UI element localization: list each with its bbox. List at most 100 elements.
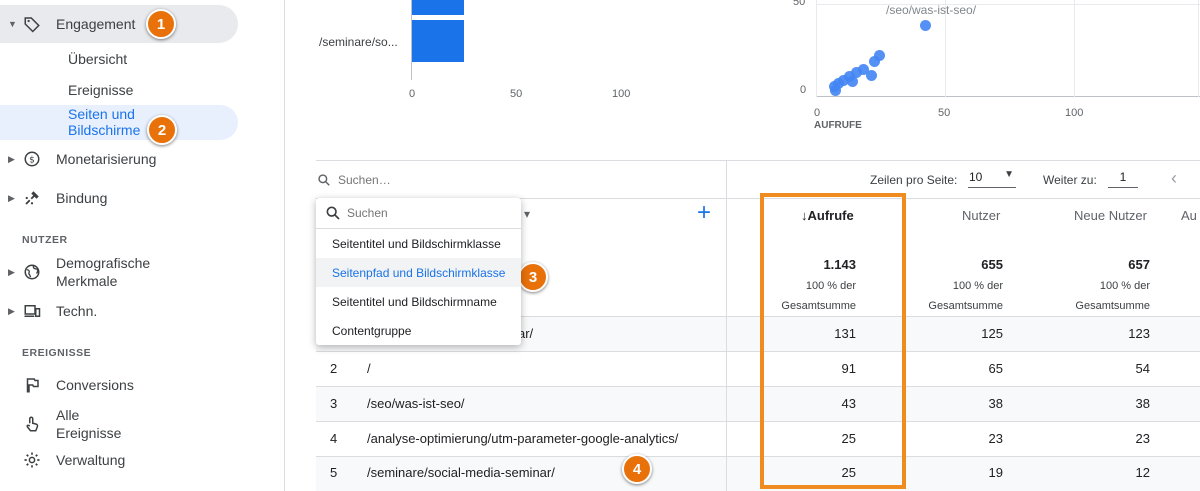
x-tick: 50	[938, 107, 951, 119]
column-header-new-users[interactable]: Neue Nutzer	[1074, 208, 1147, 223]
y-tick: 50	[793, 0, 806, 8]
scatter-point[interactable]	[869, 56, 880, 67]
sidebar-subitem-overview[interactable]: Übersicht	[68, 51, 127, 67]
x-tick: 0	[409, 88, 416, 100]
dropdown-option[interactable]: Seitentitel und Bildschirmname	[316, 287, 521, 316]
sidebar-item-label: Engagement	[56, 16, 136, 32]
dropdown-option-selected[interactable]: Seitenpfad und Bildschirmklasse	[316, 258, 521, 287]
chart-bar[interactable]	[412, 0, 464, 15]
touch-icon	[22, 414, 42, 434]
x-tick: 100	[1065, 107, 1084, 119]
bar-category-label: /seminare/so...	[319, 35, 398, 49]
x-tick: 0	[814, 107, 821, 119]
rows-per-page-label: Zeilen pro Seite:	[870, 173, 958, 187]
chevron-right-icon: ▶	[8, 192, 15, 203]
scatter-point-annotation: /seo/was-ist-seo/	[886, 3, 977, 17]
x-tick: 100	[612, 88, 631, 100]
chevron-down-icon: ▼	[1004, 169, 1014, 180]
table-row[interactable]	[316, 352, 1200, 387]
search-icon	[325, 205, 341, 226]
goto-page-label: Weiter zu:	[1043, 173, 1097, 187]
total-users-pct: 100 % der Gesamtsumme	[928, 280, 1003, 312]
row-new-users: 54	[1135, 361, 1150, 376]
scatter-point[interactable]	[847, 76, 858, 87]
row-views: 25	[841, 431, 856, 446]
globe-icon	[22, 262, 42, 282]
rows-per-page-select[interactable]: 10 ▼	[968, 168, 1016, 188]
tag-icon	[22, 14, 42, 34]
total-new-users: 657	[1128, 257, 1150, 272]
sidebar-item-label: Techn.	[56, 303, 98, 319]
step-badge: 4	[622, 454, 652, 484]
row-new-users: 123	[1128, 326, 1150, 341]
row-users: 125	[981, 326, 1003, 341]
sidebar-subitem-events[interactable]: Ereignisse	[68, 82, 133, 98]
row-users: 65	[988, 361, 1003, 376]
column-header-users[interactable]: Nutzer	[962, 208, 1000, 223]
x-tick: 50	[510, 88, 523, 100]
step-badge: 2	[147, 115, 177, 145]
rows-per-page-value: 10	[969, 170, 983, 184]
row-path[interactable]: /seo/was-ist-seo/	[367, 396, 465, 411]
sidebar-item-label: Bindung	[56, 190, 108, 206]
x-axis-label: AUFRUFE	[814, 120, 862, 131]
row-views: 25	[841, 465, 856, 480]
sidebar-nav: ▼ Engagement Übersicht Ereignisse Seiten…	[0, 0, 285, 491]
total-views: 1.143	[823, 257, 856, 272]
row-users: 38	[988, 396, 1003, 411]
table-search-input[interactable]	[338, 170, 478, 190]
chevron-right-icon: ▶	[8, 266, 15, 277]
scatter-point[interactable]	[830, 85, 841, 96]
row-path[interactable]: /seminare/social-media-seminar/	[367, 465, 555, 480]
column-header-views[interactable]: ↓Aufrufe	[801, 208, 854, 223]
chevron-right-icon: ▶	[8, 153, 15, 164]
column-header-truncated[interactable]: Au	[1181, 208, 1197, 223]
section-label-events: EREIGNISSE	[22, 347, 92, 359]
search-icon	[317, 173, 331, 192]
dropdown-search-input[interactable]	[347, 204, 507, 222]
scatter-point[interactable]	[920, 20, 931, 31]
row-rank: 3	[330, 396, 338, 411]
goto-page-value: 1	[1119, 170, 1127, 184]
y-tick: 0	[800, 84, 807, 96]
chevron-left-icon[interactable]: ‹	[1171, 168, 1177, 189]
dimension-dropdown-menu: Seitentitel und Bildschirmklasse Seitenp…	[316, 198, 521, 345]
row-path[interactable]: /	[367, 361, 371, 376]
row-new-users: 12	[1135, 465, 1150, 480]
row-new-users: 38	[1135, 396, 1150, 411]
sidebar-item-label: Alle Ereignisse	[56, 407, 122, 441]
chevron-right-icon: ▶	[8, 305, 15, 316]
total-new-users-pct: 100 % der Gesamtsumme	[1075, 280, 1150, 312]
row-views: 131	[834, 326, 856, 341]
row-rank: 4	[330, 431, 338, 446]
devices-icon	[22, 301, 42, 321]
sidebar-subitem-pages-screens[interactable]: Seiten und Bildschirme	[68, 106, 148, 138]
sidebar-item-label: Verwaltung	[56, 452, 126, 468]
row-users: 19	[988, 465, 1003, 480]
row-users: 23	[988, 431, 1003, 446]
chevron-down-icon: ▼	[8, 19, 17, 29]
row-views: 91	[841, 361, 856, 376]
row-new-users: 23	[1135, 431, 1150, 446]
goto-page-input[interactable]: 1	[1108, 168, 1138, 188]
dollar-circle-icon: $	[22, 149, 42, 169]
section-label-users: NUTZER	[22, 234, 68, 246]
svg-text:$: $	[29, 155, 35, 165]
flag-icon	[22, 375, 42, 395]
row-path[interactable]: /analyse-optimierung/utm-parameter-googl…	[367, 431, 678, 446]
row-rank: 2	[330, 361, 338, 376]
step-badge: 1	[146, 9, 176, 39]
dropdown-option[interactable]: Contentgruppe	[316, 316, 521, 345]
total-users: 655	[981, 257, 1003, 272]
sidebar-item-label: Conversions	[56, 377, 134, 393]
magnet-icon	[22, 188, 42, 208]
gear-icon	[22, 450, 42, 470]
sidebar-item-label: Monetarisierung	[56, 151, 157, 167]
step-badge: 3	[518, 262, 548, 292]
row-views: 43	[841, 396, 856, 411]
row-rank: 5	[330, 465, 338, 480]
dropdown-option[interactable]: Seitentitel und Bildschirmklasse	[316, 229, 521, 258]
add-dimension-icon[interactable]: +	[697, 201, 711, 225]
sidebar-item-label: Demografische Merkmale	[56, 255, 151, 289]
chart-bar[interactable]	[412, 20, 464, 62]
